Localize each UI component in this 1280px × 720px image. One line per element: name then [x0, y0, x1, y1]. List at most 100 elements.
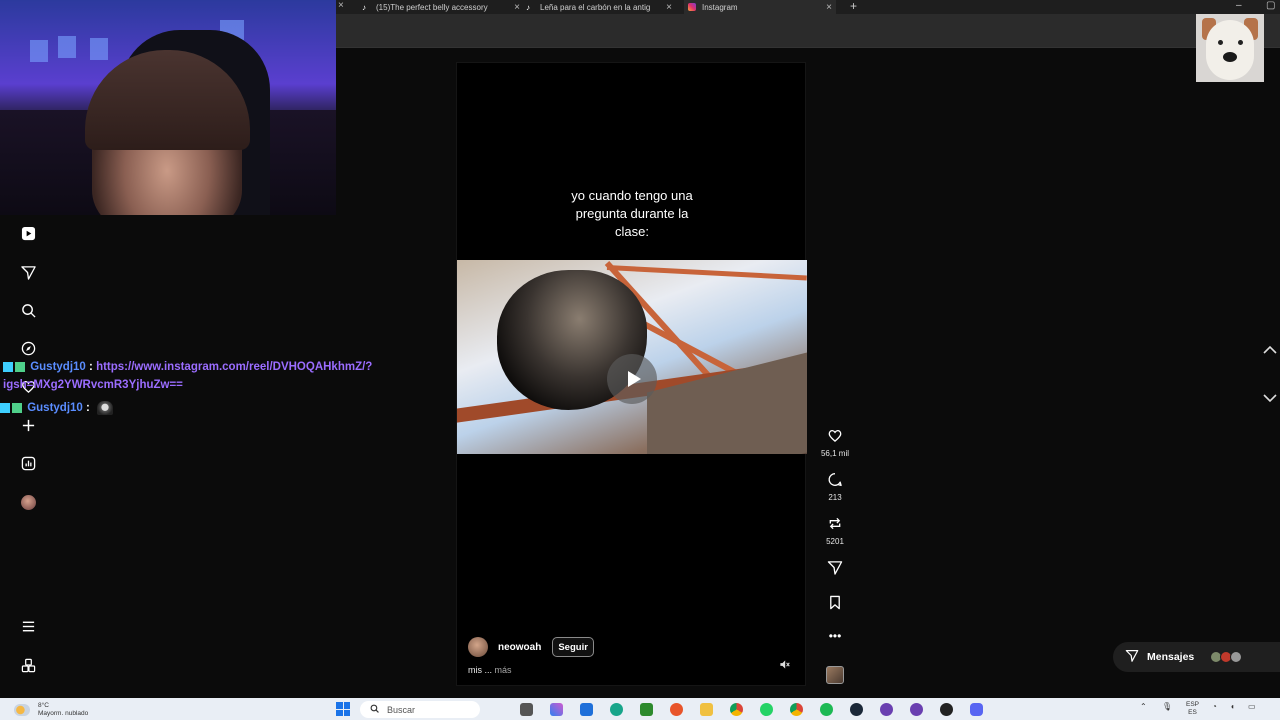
- chrome-icon[interactable]: [730, 703, 743, 716]
- more-icon: •••: [828, 629, 842, 643]
- share-action[interactable]: [815, 560, 855, 579]
- save-action[interactable]: [815, 595, 855, 614]
- chevron-up-icon[interactable]: ⌃: [1140, 702, 1147, 711]
- taskbar-search[interactable]: Buscar: [360, 701, 480, 718]
- app-icon[interactable]: [940, 703, 953, 716]
- previous-reel-button[interactable]: [1258, 338, 1280, 362]
- weather-temp: 8°C: [38, 702, 49, 709]
- dog-webcam: [1196, 14, 1264, 82]
- search-icon[interactable]: [18, 300, 38, 320]
- browser-tabstrip: × ♪ (15)The perfect belly accessory × ♪ …: [336, 0, 1280, 14]
- send-icon: [815, 560, 855, 579]
- like-action[interactable]: 56,1 mil: [815, 428, 855, 458]
- more-apps-icon[interactable]: [18, 655, 38, 675]
- reel-player[interactable]: yo cuando tengo una pregunta durante la …: [456, 62, 807, 686]
- repost-action[interactable]: 5201: [815, 516, 855, 546]
- weather-widget[interactable]: 8°C Mayorm. nublado: [14, 702, 88, 718]
- whatsapp-icon[interactable]: [760, 703, 773, 716]
- chrome-alt-icon[interactable]: [790, 703, 803, 716]
- task-view-icon[interactable]: [520, 703, 533, 716]
- new-tab-button[interactable]: +: [850, 0, 857, 13]
- wifi-icon[interactable]: ◔: [1212, 702, 1217, 711]
- tab-title: Leña para el carbón en la antig: [540, 2, 651, 12]
- messages-button[interactable]: Mensajes: [1113, 642, 1280, 672]
- comment-count: 213: [828, 493, 842, 502]
- follow-button[interactable]: Seguir: [552, 637, 594, 657]
- reel-video[interactable]: [457, 260, 807, 454]
- battery-icon[interactable]: ▭: [1248, 702, 1256, 711]
- repost-icon: [815, 516, 855, 535]
- chat-badge-icon: [3, 361, 13, 372]
- caption-line: clase:: [615, 224, 649, 239]
- reel-author: neowoah Seguir: [468, 637, 594, 657]
- chat-link[interactable]: https://www.instagram.com/reel/DVHOQAHkh…: [96, 361, 372, 373]
- language-indicator[interactable]: ESP ES: [1186, 701, 1199, 717]
- roof-beam: [606, 265, 807, 281]
- spotify-icon[interactable]: [820, 703, 833, 716]
- copilot-icon[interactable]: [550, 703, 563, 716]
- microphone-icon[interactable]: 🎙︎: [1162, 702, 1172, 711]
- screen: × ♪ (15)The perfect belly accessory × ♪ …: [0, 0, 1280, 720]
- profile-icon[interactable]: [18, 492, 38, 512]
- dog-face: [1206, 20, 1254, 80]
- obs-alt-icon[interactable]: [910, 703, 923, 716]
- next-reel-button[interactable]: [1258, 386, 1280, 410]
- chat-emote-icon: [97, 401, 114, 415]
- send-icon[interactable]: [18, 262, 38, 282]
- author-name[interactable]: neowoah: [498, 642, 541, 653]
- reels-icon[interactable]: [18, 223, 38, 243]
- stone-wall: [647, 347, 807, 454]
- avatar[interactable]: [468, 637, 488, 657]
- messages-label: Mensajes: [1147, 651, 1195, 663]
- weather-desc: Mayorm. nublado: [38, 710, 89, 717]
- maximize-icon[interactable]: ▢: [1266, 0, 1275, 11]
- chat-message: Gustydj10 : https://www.instagram.com/re…: [3, 361, 372, 373]
- folder-icon[interactable]: [700, 703, 713, 716]
- bookmark-icon: [815, 595, 855, 614]
- discord-icon[interactable]: [970, 703, 983, 716]
- tab-close-icon[interactable]: ×: [338, 0, 344, 11]
- tab-close-icon[interactable]: ×: [514, 2, 520, 13]
- mute-icon[interactable]: [779, 659, 790, 673]
- tab-close-icon[interactable]: ×: [666, 2, 672, 13]
- lang-region: ES: [1188, 709, 1197, 716]
- create-icon[interactable]: [18, 415, 38, 435]
- edge-icon[interactable]: [610, 703, 623, 716]
- more-options-action[interactable]: •••: [815, 628, 855, 644]
- caption-line: yo cuando tengo una: [571, 188, 693, 203]
- chat-badge-icon: [0, 403, 10, 413]
- lang-code: ESP: [1186, 701, 1200, 708]
- description-text: mis ...: [468, 665, 492, 675]
- chat-badge-icon: [15, 361, 25, 372]
- explore-icon[interactable]: [18, 338, 38, 358]
- more-link[interactable]: más: [495, 665, 512, 675]
- tiktok-icon: ♪: [362, 3, 366, 12]
- browser-toolbar: [336, 14, 1280, 48]
- taskbar: 8°C Mayorm. nublado Buscar ⌃ 🎙︎ ESP ES ◔…: [0, 698, 1280, 720]
- play-button[interactable]: [607, 354, 657, 404]
- chat-link[interactable]: igsh=MXg2YWRvcmR3YjhuZw==: [3, 379, 183, 391]
- menu-icon[interactable]: [18, 616, 38, 636]
- minimize-icon[interactable]: –: [1236, 0, 1242, 11]
- search-placeholder: Buscar: [387, 704, 416, 715]
- store-icon[interactable]: [580, 703, 593, 716]
- comment-icon: [815, 472, 855, 491]
- wall-poster: [90, 38, 108, 60]
- weather-icon: [14, 704, 30, 716]
- git-icon[interactable]: [670, 703, 683, 716]
- xbox-icon[interactable]: [640, 703, 653, 716]
- obs-icon[interactable]: [880, 703, 893, 716]
- tab-tiktok-1[interactable]: ♪ (15)The perfect belly accessory ×: [362, 0, 520, 14]
- volume-icon[interactable]: ◖: [1230, 702, 1235, 711]
- audio-thumbnail[interactable]: [826, 666, 844, 684]
- dashboard-icon[interactable]: [18, 453, 38, 473]
- tab-tiktok-2[interactable]: ♪ Leña para el carbón en la antig ×: [526, 0, 672, 14]
- tab-close-icon[interactable]: ×: [826, 2, 832, 13]
- play-icon: [627, 371, 641, 387]
- tab-instagram[interactable]: Instagram ×: [684, 0, 836, 14]
- windows-start-icon[interactable]: [336, 702, 350, 716]
- steam-icon[interactable]: [850, 703, 863, 716]
- reel-description: mis ... más: [468, 665, 512, 675]
- comment-action[interactable]: 213: [815, 472, 855, 502]
- like-count: 56,1 mil: [820, 449, 849, 458]
